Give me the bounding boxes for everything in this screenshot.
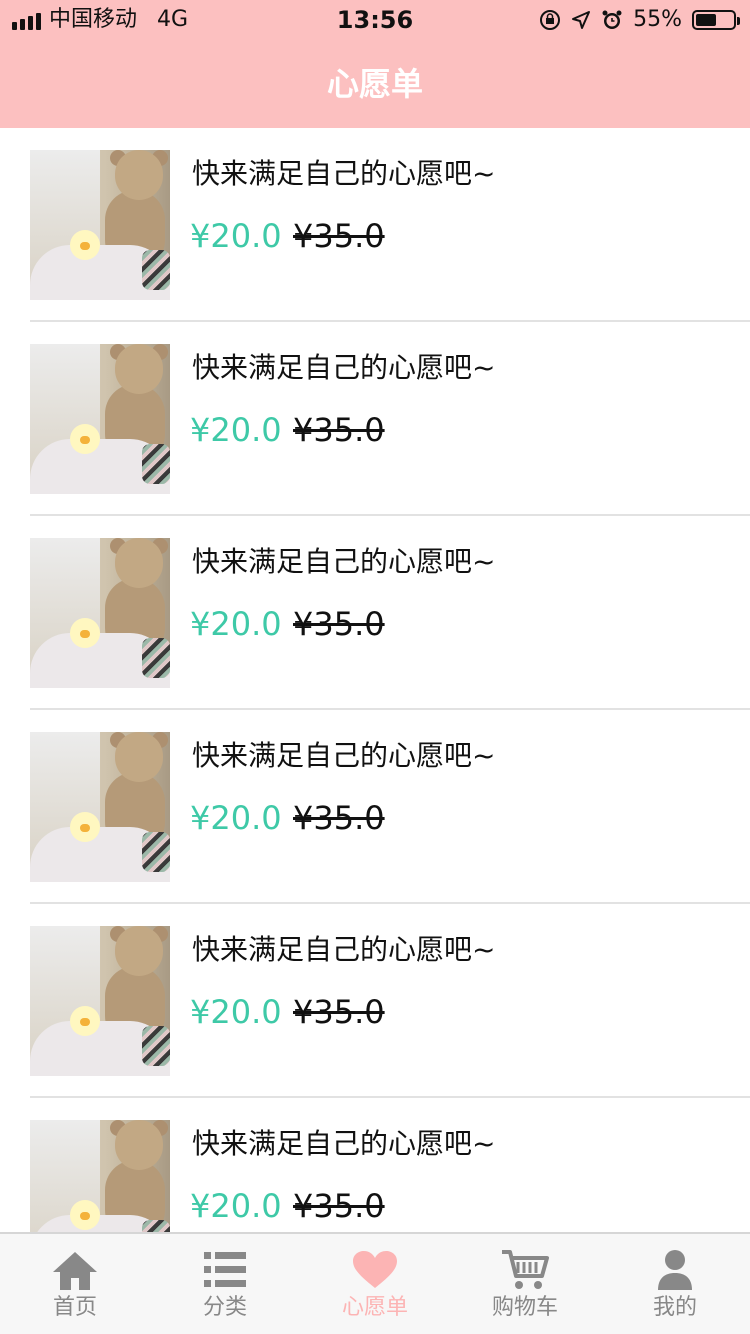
tab-user[interactable]: 我的	[600, 1234, 750, 1334]
product-price: ¥20.0	[190, 605, 282, 643]
product-image[interactable]	[30, 1120, 170, 1232]
tab-label: 我的	[652, 1295, 697, 1320]
product-price: ¥20.0	[190, 799, 282, 837]
product-price: ¥20.0	[190, 1187, 282, 1225]
list-icon	[200, 1248, 250, 1292]
original-price: ¥35.0	[293, 605, 385, 643]
tab-cart[interactable]: 购物车	[450, 1234, 600, 1334]
product-image[interactable]	[30, 926, 170, 1076]
battery-icon	[692, 10, 740, 30]
cart-icon	[500, 1248, 550, 1292]
original-price: ¥35.0	[293, 217, 385, 255]
original-price: ¥35.0	[293, 411, 385, 449]
heart-icon	[350, 1248, 400, 1292]
product-image[interactable]	[30, 732, 170, 882]
wishlist-item[interactable]: 快来满足自己的心愿吧~ ¥20.0 ¥35.0	[0, 322, 750, 516]
wishlist-item[interactable]: 快来满足自己的心愿吧~ ¥20.0 ¥35.0	[0, 128, 750, 322]
nav-bar: 心愿单	[0, 40, 750, 128]
product-title[interactable]: 快来满足自己的心愿吧~	[192, 156, 495, 192]
tab-heart[interactable]: 心愿单	[300, 1234, 450, 1334]
user-icon	[650, 1248, 700, 1292]
product-title[interactable]: 快来满足自己的心愿吧~	[192, 544, 495, 580]
wishlist-item[interactable]: 快来满足自己的心愿吧~ ¥20.0 ¥35.0	[0, 516, 750, 710]
page-title: 心愿单	[326, 65, 423, 103]
original-price: ¥35.0	[293, 1187, 385, 1225]
product-price: ¥20.0	[190, 993, 282, 1031]
original-price: ¥35.0	[293, 799, 385, 837]
original-price: ¥35.0	[293, 993, 385, 1031]
product-title[interactable]: 快来满足自己的心愿吧~	[192, 350, 495, 386]
tab-label: 分类	[202, 1295, 247, 1320]
battery-level	[696, 14, 716, 26]
wishlist[interactable]: 快来满足自己的心愿吧~ ¥20.0 ¥35.0 快来满足自己的心愿吧~ ¥20.…	[0, 128, 750, 1232]
status-bar: 中国移动 4G 13:56 55%	[0, 0, 750, 40]
product-title[interactable]: 快来满足自己的心愿吧~	[192, 738, 495, 774]
location-icon	[572, 11, 591, 29]
alarm-icon	[602, 10, 622, 29]
tab-bar: 首页 分类 心愿单 购物车 我的	[0, 1232, 750, 1334]
battery-percent: 55%	[633, 7, 682, 32]
tab-list[interactable]: 分类	[150, 1234, 300, 1334]
wishlist-item[interactable]: 快来满足自己的心愿吧~ ¥20.0 ¥35.0	[0, 904, 750, 1098]
product-title[interactable]: 快来满足自己的心愿吧~	[192, 932, 495, 968]
product-title[interactable]: 快来满足自己的心愿吧~	[192, 1126, 495, 1162]
wishlist-item[interactable]: 快来满足自己的心愿吧~ ¥20.0 ¥35.0	[0, 1098, 750, 1232]
status-right: 55%	[539, 6, 740, 34]
product-image[interactable]	[30, 344, 170, 494]
tab-home[interactable]: 首页	[0, 1234, 150, 1334]
product-image[interactable]	[30, 150, 170, 300]
product-price: ¥20.0	[190, 411, 282, 449]
wishlist-item[interactable]: 快来满足自己的心愿吧~ ¥20.0 ¥35.0	[0, 710, 750, 904]
rotation-lock-icon	[540, 10, 561, 30]
home-icon	[50, 1248, 100, 1292]
product-price: ¥20.0	[190, 217, 282, 255]
tab-label: 首页	[52, 1295, 97, 1320]
product-image[interactable]	[30, 538, 170, 688]
tab-label: 购物车	[491, 1295, 558, 1320]
tab-label: 心愿单	[341, 1295, 408, 1320]
